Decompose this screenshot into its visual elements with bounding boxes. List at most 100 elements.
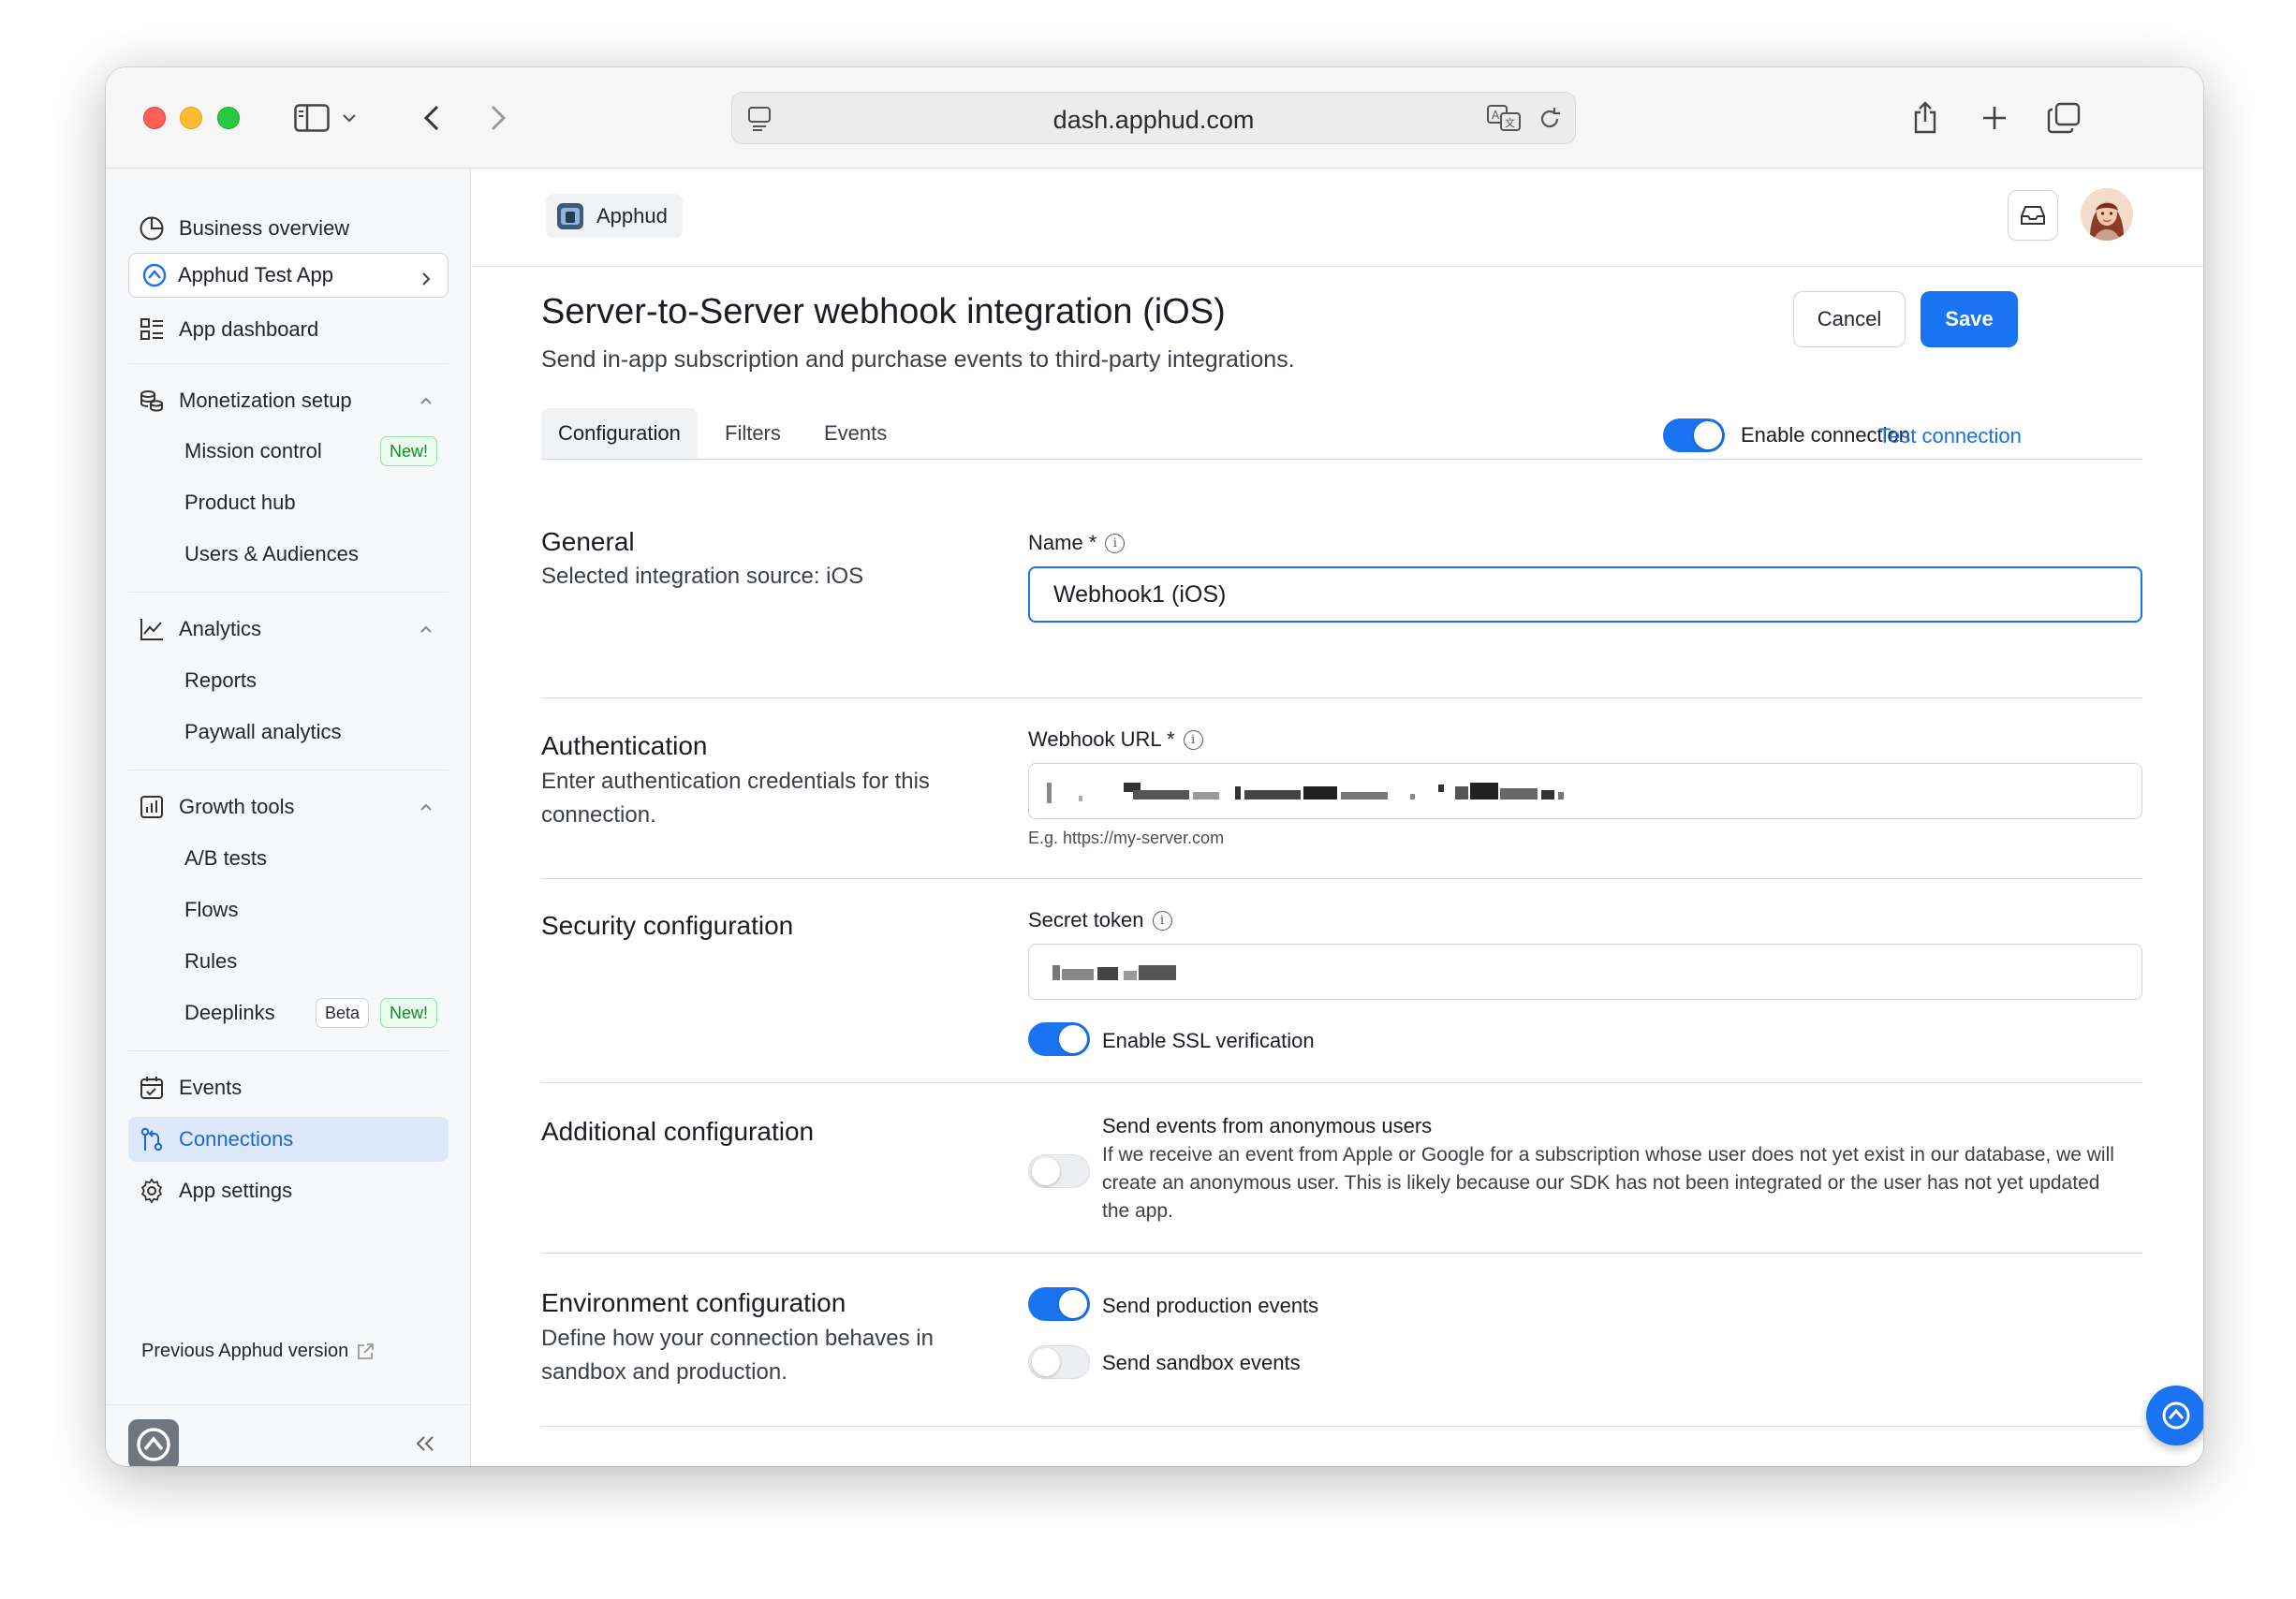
app-icon [557, 202, 583, 229]
chat-icon [2159, 1399, 2193, 1432]
webhook-url-input[interactable] [1028, 763, 2142, 819]
sidebar-item-label: Reports [184, 668, 258, 692]
main-content: Apphud Server-to-Server webhook integrat… [472, 169, 2203, 1466]
sidebar-group-growth-tools[interactable]: Growth tools [128, 785, 449, 829]
sidebar-item-rules[interactable]: Rules [184, 941, 447, 982]
sidebar-item-app-settings[interactable]: App settings [128, 1168, 449, 1213]
reload-icon[interactable] [1538, 106, 1562, 137]
test-connection-link[interactable]: Test connection [1878, 424, 2022, 448]
share-icon[interactable] [1905, 97, 1946, 139]
sidebar-item-users-audiences[interactable]: Users & Audiences [184, 534, 447, 575]
sidebar-item-label: Rules [184, 949, 238, 973]
sidebar-group-analytics[interactable]: Analytics [128, 607, 449, 652]
growth-chart-icon [138, 793, 166, 821]
name-label-text: Name * [1028, 531, 1097, 554]
forward-icon[interactable] [478, 97, 519, 139]
chevron-up-icon[interactable] [417, 391, 435, 410]
section-title-environment: Environment configuration [541, 1288, 846, 1317]
tab-overview-icon[interactable] [2043, 97, 2084, 139]
inbox-icon [2020, 204, 2046, 227]
webhook-url-label-text: Webhook URL * [1028, 727, 1175, 751]
save-button[interactable]: Save [1921, 291, 2018, 347]
sidebar-item-connections[interactable]: Connections [128, 1117, 449, 1162]
sidebar-item-business-overview[interactable]: Business overview [128, 206, 449, 251]
name-input[interactable]: Webhook1 (iOS) [1028, 566, 2142, 623]
section-desc-general: Selected integration source: iOS [541, 564, 864, 589]
current-app-chip[interactable]: Apphud [546, 194, 683, 238]
apphud-logo-icon [142, 263, 167, 287]
sidebar-item-label: Events [179, 1076, 243, 1099]
collapse-sidebar-icon[interactable] [413, 1432, 437, 1460]
new-badge: New! [380, 998, 438, 1028]
url-text: dash.apphud.com [1052, 106, 1255, 134]
translate-icon[interactable]: A文 [1487, 104, 1521, 137]
back-icon[interactable] [411, 97, 452, 139]
sidebar-toggle-icon[interactable] [291, 97, 332, 139]
new-tab-icon[interactable] [1974, 97, 2015, 139]
external-link-icon [356, 1342, 375, 1361]
chevron-down-icon[interactable] [336, 97, 362, 139]
tab-filters[interactable]: Filters [708, 408, 798, 459]
sidebar-footer-divider [106, 1404, 470, 1405]
sandbox-events-toggle[interactable] [1028, 1345, 1090, 1379]
browser-window: dash.apphud.com A文 Business overview App… [106, 67, 2203, 1466]
ssl-verification-label: Enable SSL verification [1102, 1029, 1315, 1052]
sidebar-group-label: Analytics [179, 617, 262, 640]
info-icon[interactable]: i [1183, 729, 1203, 750]
sidebar-item-label: Flows [184, 898, 239, 921]
browser-toolbar: dash.apphud.com A文 [106, 67, 2203, 169]
secret-token-input[interactable] [1028, 944, 2142, 1000]
anonymous-users-toggle[interactable] [1028, 1154, 1090, 1188]
section-title-additional: Additional configuration [541, 1117, 815, 1146]
new-badge: New! [380, 436, 438, 466]
sidebar-item-label: A/B tests [184, 846, 268, 870]
sidebar-item-app-dashboard[interactable]: App dashboard [128, 307, 449, 352]
sidebar-group-label: Growth tools [179, 795, 295, 818]
sidebar-item-paywall-analytics[interactable]: Paywall analytics [184, 711, 447, 753]
app-chip-label: Apphud [596, 203, 668, 227]
apphud-logo [128, 1419, 179, 1466]
sidebar-item-reports[interactable]: Reports [184, 660, 447, 701]
line-chart-icon [138, 615, 166, 643]
sidebar-item-ab-tests[interactable]: A/B tests [184, 838, 447, 879]
section-divider [541, 697, 2142, 698]
zoom-window-button[interactable] [217, 107, 240, 129]
ssl-verification-toggle[interactable] [1028, 1022, 1090, 1056]
top-bar: Apphud [472, 169, 2203, 267]
info-icon[interactable]: i [1105, 533, 1126, 553]
sidebar-item-label: Mission control [184, 439, 322, 462]
chevron-up-icon[interactable] [417, 620, 435, 638]
sidebar-item-label: Connections [179, 1127, 294, 1151]
app-selector[interactable]: Apphud Test App [128, 253, 449, 298]
enable-connection-toggle[interactable] [1663, 418, 1725, 452]
production-events-toggle[interactable] [1028, 1287, 1090, 1321]
previous-version-link[interactable]: Previous Apphud version [141, 1341, 375, 1362]
sidebar-item-label: Paywall analytics [184, 720, 342, 743]
connections-icon [138, 1125, 166, 1153]
avatar[interactable] [2081, 188, 2133, 241]
info-icon[interactable]: i [1152, 910, 1172, 931]
sidebar-divider [128, 1050, 449, 1051]
tab-events[interactable]: Events [807, 408, 904, 459]
dashboard-icon [138, 315, 166, 344]
close-window-button[interactable] [143, 107, 166, 129]
beta-badge: Beta [316, 998, 370, 1028]
tab-configuration[interactable]: Configuration [541, 408, 698, 459]
name-input-value: Webhook1 (iOS) [1053, 580, 1227, 608]
sidebar-item-product-hub[interactable]: Product hub [184, 482, 447, 523]
section-desc-authentication: Enter authentication credentials for thi… [541, 769, 930, 828]
tab-bar: Configuration Filters Events Enable conn… [541, 408, 2142, 460]
section-desc-environment: Define how your connection behaves in sa… [541, 1326, 934, 1385]
sandbox-events-label: Send sandbox events [1102, 1351, 1301, 1374]
sidebar-item-events[interactable]: Events [128, 1065, 449, 1110]
secret-token-label-text: Secret token [1028, 908, 1144, 932]
chevron-up-icon[interactable] [417, 798, 435, 816]
sidebar-group-monetization[interactable]: Monetization setup [128, 378, 449, 423]
cancel-button[interactable]: Cancel [1793, 291, 1906, 347]
support-chat-button[interactable] [2146, 1386, 2203, 1445]
minimize-window-button[interactable] [180, 107, 202, 129]
gear-icon [138, 1177, 166, 1205]
address-bar[interactable]: dash.apphud.com A文 [731, 92, 1576, 144]
inbox-button[interactable] [2008, 190, 2058, 241]
sidebar-item-flows[interactable]: Flows [184, 889, 447, 931]
